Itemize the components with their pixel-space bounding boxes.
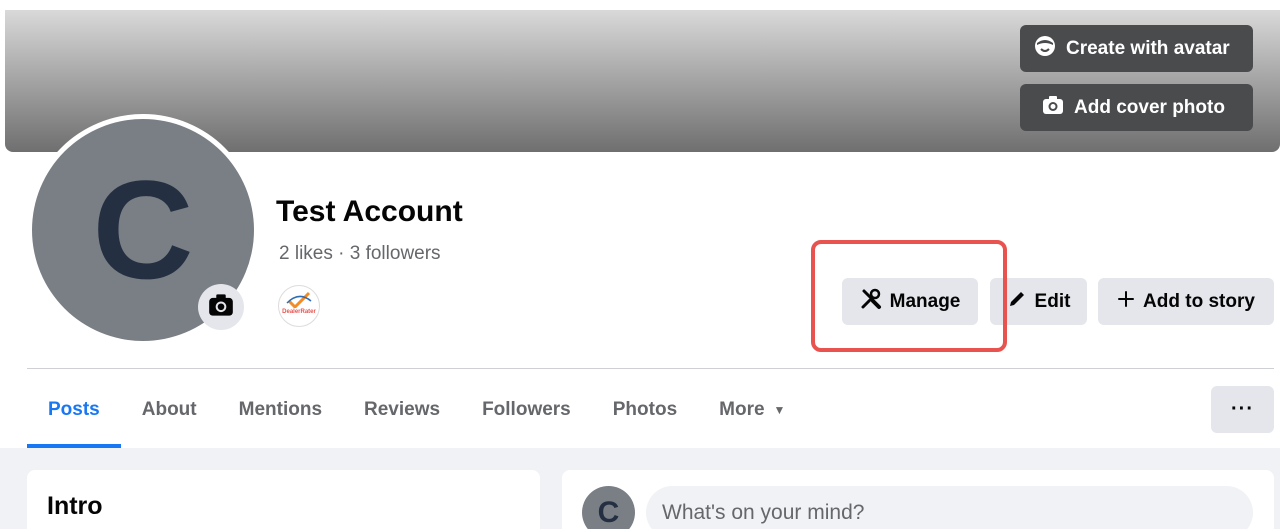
tab-label: Followers [482,399,571,420]
likes-followers-stats[interactable]: 2 likes · 3 followers [279,243,441,265]
composer-avatar[interactable]: C [582,486,635,529]
add-to-story-label: Add to story [1143,290,1255,312]
intro-title: Intro [47,492,103,520]
tab-posts[interactable]: Posts [27,386,121,448]
ellipsis-icon: ··· [1231,398,1254,420]
avatar-initial: C [92,151,194,308]
tab-label: Mentions [238,399,323,420]
create-with-avatar-button[interactable]: Create with avatar [1020,25,1253,72]
avatar-icon [1034,35,1056,63]
tab-label: Posts [48,399,100,420]
add-cover-photo-button[interactable]: Add cover photo [1020,84,1253,131]
tab-label: About [141,399,197,420]
update-profile-picture-button[interactable] [198,284,244,330]
page-name: Test Account [276,195,463,228]
header-divider [27,368,1274,369]
avatar-initial: C [597,495,620,529]
create-with-avatar-label: Create with avatar [1066,37,1230,59]
svg-text:DealerRater: DealerRater [282,309,316,315]
profile-page: Create with avatar Add cover photo C Tes… [0,0,1280,529]
plus-icon [1117,290,1135,314]
tab-label: Reviews [364,399,441,420]
add-cover-photo-label: Add cover photo [1074,96,1225,118]
tab-about[interactable]: About [121,386,218,434]
add-to-story-button[interactable]: Add to story [1098,278,1274,325]
edit-label: Edit [1034,290,1071,312]
camera-icon [1042,95,1064,121]
camera-icon [208,293,234,322]
tab-label: Photos [612,399,678,420]
pencil-icon [1007,289,1027,315]
composer-placeholder: What's on your mind? [662,500,865,524]
tab-more[interactable]: More ▼ [698,386,806,434]
tab-photos[interactable]: Photos [592,386,698,434]
intro-card: Intro [27,470,540,529]
caret-down-icon: ▼ [773,403,786,417]
profile-tabs: Posts About Mentions Reviews Followers P… [27,386,806,448]
manage-highlight-box [811,240,1007,352]
post-composer: C What's on your mind? [562,470,1274,529]
tab-mentions[interactable]: Mentions [218,386,343,434]
tab-reviews[interactable]: Reviews [343,386,461,434]
more-options-button[interactable]: ··· [1211,386,1274,433]
tab-label: More [719,399,765,420]
dealerrater-badge[interactable]: DealerRater [278,285,320,327]
dealerrater-icon: DealerRater [281,289,317,324]
whats-on-your-mind-input[interactable]: What's on your mind? [646,486,1253,529]
tab-followers[interactable]: Followers [461,386,592,434]
